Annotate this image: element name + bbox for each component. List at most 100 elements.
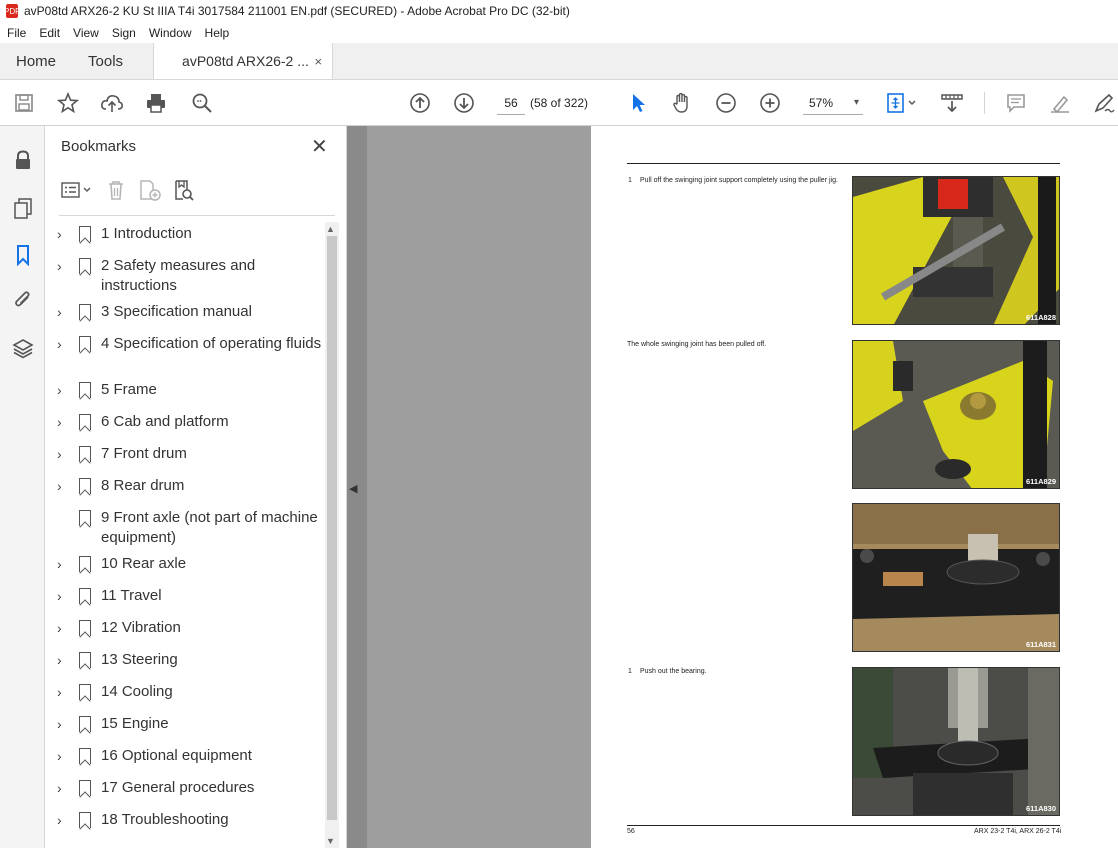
bookmark-icon xyxy=(79,258,91,274)
bookmark-icon xyxy=(79,510,91,526)
bookmark-label: 12 Vibration xyxy=(101,619,181,636)
tab-home[interactable]: Home xyxy=(0,43,72,79)
footer-rule xyxy=(627,825,1060,826)
pdf-page: 1 Pull off the swinging joint support co… xyxy=(591,126,1118,848)
layers-icon[interactable] xyxy=(11,336,35,360)
panel-divider xyxy=(59,215,335,216)
bookmark-label: 9 Front axle (not part of machine equipm… xyxy=(101,509,318,546)
photo-caption: 611A830 xyxy=(1025,804,1056,813)
highlight-pen-icon[interactable] xyxy=(1048,91,1072,115)
collapse-panel-arrow-icon[interactable]: ◀ xyxy=(349,482,357,495)
expand-chevron-icon[interactable]: › xyxy=(57,476,71,496)
tab-document[interactable]: avP08td ARX26-2 ... × xyxy=(153,43,334,79)
scroll-mode-icon[interactable] xyxy=(940,91,964,115)
main-toolbar: 56 (58 of 322) 57% ▾ xyxy=(0,80,1118,126)
expand-chevron-icon[interactable]: › xyxy=(57,682,71,702)
expand-chevron-icon[interactable]: › xyxy=(57,650,71,670)
photo-caption: 611A829 xyxy=(1025,477,1056,486)
header-rule xyxy=(627,163,1060,164)
tab-tools[interactable]: Tools xyxy=(72,43,139,79)
expand-chevron-icon[interactable]: › xyxy=(57,380,71,400)
bookmark-icon xyxy=(79,446,91,462)
menu-edit[interactable]: Edit xyxy=(32,26,66,40)
acrobat-icon: PDF xyxy=(4,4,20,18)
menu-bar: File Edit View Sign Window Help xyxy=(0,22,1118,43)
find-zoom-icon[interactable] xyxy=(190,91,214,115)
bookmark-star-icon[interactable] xyxy=(56,91,80,115)
expand-chevron-icon[interactable]: › xyxy=(57,334,71,354)
tab-close-button[interactable]: × xyxy=(314,54,322,69)
share-upload-icon[interactable] xyxy=(100,91,124,115)
expand-chevron-icon[interactable]: › xyxy=(57,778,71,798)
bookmark-icon xyxy=(79,304,91,320)
bookmark-icon xyxy=(79,652,91,668)
scroll-up-icon[interactable]: ▲ xyxy=(326,224,335,234)
new-bookmark-icon[interactable] xyxy=(137,177,163,203)
bookmark-icon xyxy=(79,556,91,572)
scrollbar-thumb[interactable] xyxy=(327,236,337,820)
note-text: The whole swinging joint has been pulled… xyxy=(627,341,767,348)
lock-icon[interactable] xyxy=(11,148,35,172)
bookmark-icon xyxy=(79,336,91,352)
bookmark-icon xyxy=(79,716,91,732)
zoom-out-icon[interactable] xyxy=(714,91,738,115)
expand-chevron-icon[interactable]: › xyxy=(57,412,71,432)
delete-bookmark-icon[interactable] xyxy=(103,177,129,203)
bookmark-label: 18 Troubleshooting xyxy=(101,811,229,828)
close-panel-button[interactable]: ✕ xyxy=(311,134,328,159)
bookmarks-title: Bookmarks xyxy=(61,138,137,155)
hand-tool-icon[interactable] xyxy=(670,91,694,115)
footer-page-number: 56 xyxy=(627,828,635,835)
photo-swinging-joint: 611A829 xyxy=(852,340,1060,489)
fit-page-icon[interactable] xyxy=(884,91,920,115)
page-number-input[interactable]: 56 xyxy=(497,91,525,115)
expand-chevron-icon[interactable]: › xyxy=(57,444,71,464)
expand-chevron-icon[interactable]: › xyxy=(57,586,71,606)
bookmarks-panel: Bookmarks ✕ › 1 Introduction › 2 Safety … xyxy=(45,126,347,848)
bookmark-label: 14 Cooling xyxy=(101,683,173,700)
expand-chevron-icon[interactable]: › xyxy=(57,224,71,244)
find-bookmark-icon[interactable] xyxy=(171,177,197,203)
sign-pen-icon[interactable] xyxy=(1092,91,1116,115)
bookmark-label: 16 Optional equipment xyxy=(101,747,252,764)
menu-sign[interactable]: Sign xyxy=(105,26,142,40)
expand-chevron-icon[interactable]: › xyxy=(57,714,71,734)
save-icon[interactable] xyxy=(12,91,36,115)
bookmark-list: › 1 Introduction › 2 Safety measures and… xyxy=(45,222,325,848)
viewer-gutter xyxy=(367,126,591,848)
next-page-icon[interactable] xyxy=(452,91,476,115)
attachments-icon[interactable] xyxy=(11,288,35,312)
previous-page-icon[interactable] xyxy=(408,91,432,115)
expand-chevron-icon[interactable]: › xyxy=(57,810,71,830)
print-icon[interactable] xyxy=(144,91,168,115)
expand-chevron-icon[interactable]: › xyxy=(57,618,71,638)
page-thumbnails-icon[interactable] xyxy=(11,196,35,220)
page-count: (58 of 322) xyxy=(530,96,589,110)
scroll-down-icon[interactable]: ▼ xyxy=(326,836,335,846)
zoom-level-select[interactable]: 57% ▾ xyxy=(803,91,863,115)
bookmark-icon xyxy=(79,478,91,494)
step-number: 1 xyxy=(628,177,632,184)
menu-window[interactable]: Window xyxy=(142,26,198,40)
bookmark-options-icon[interactable] xyxy=(59,177,95,203)
zoom-in-icon[interactable] xyxy=(758,91,782,115)
expand-chevron-icon[interactable]: › xyxy=(57,302,71,322)
tab-document-label: avP08td ARX26-2 ... xyxy=(182,53,309,69)
expand-chevron-icon[interactable]: › xyxy=(57,554,71,574)
menu-view[interactable]: View xyxy=(66,26,105,40)
bookmarks-panel-icon[interactable] xyxy=(11,243,35,267)
select-cursor-icon[interactable] xyxy=(626,91,650,115)
comment-icon[interactable] xyxy=(1004,91,1028,115)
bookmark-icon xyxy=(79,780,91,796)
menu-help[interactable]: Help xyxy=(198,26,236,40)
bookmark-label: 10 Rear axle xyxy=(101,555,187,572)
step-number: 1 xyxy=(628,668,632,675)
menu-file[interactable]: File xyxy=(0,26,32,40)
step-text: Push out the bearing. xyxy=(640,668,707,675)
photo-caption: 611A831 xyxy=(1025,640,1056,649)
step-text: Pull off the swinging joint support comp… xyxy=(640,177,838,184)
bookmark-label: 15 Engine xyxy=(101,715,169,732)
bookmark-icon xyxy=(79,748,91,764)
expand-chevron-icon[interactable]: › xyxy=(57,746,71,766)
expand-chevron-icon[interactable]: › xyxy=(57,256,71,276)
